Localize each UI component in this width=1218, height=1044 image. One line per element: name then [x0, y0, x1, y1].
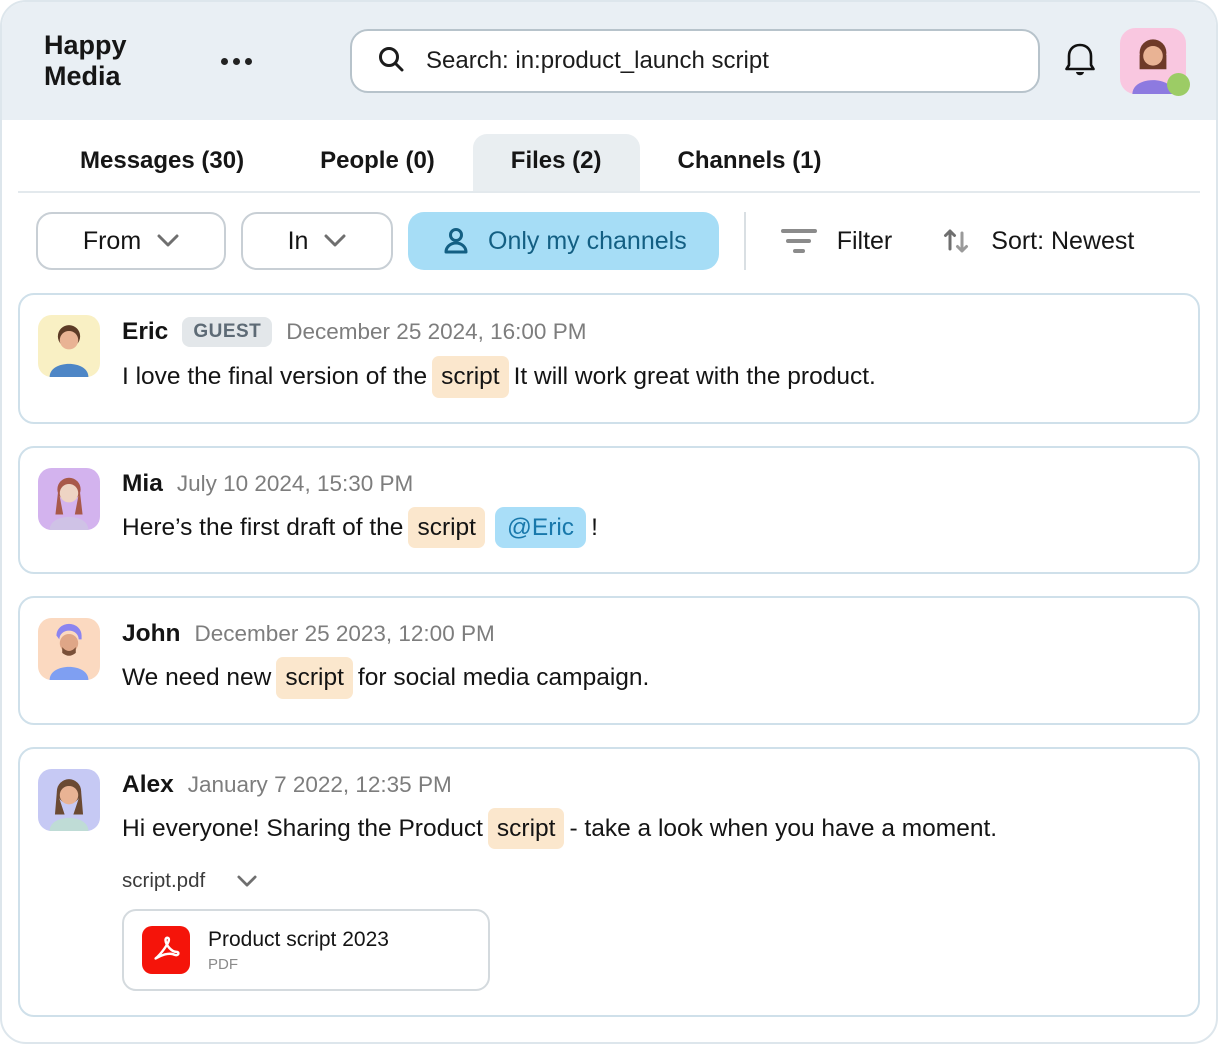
workspace-name: Happy Media — [44, 30, 179, 92]
message-text: I love the final version of thescriptIt … — [122, 356, 876, 398]
message-timestamp: December 25 2023, 12:00 PM — [195, 621, 495, 647]
online-status-dot — [1167, 73, 1190, 96]
message-segment: Here’s the first draft of the — [122, 514, 403, 541]
in-filter-dropdown[interactable]: In — [241, 212, 393, 270]
in-filter-label: In — [288, 227, 309, 256]
chevron-down-icon — [237, 875, 257, 888]
search-term-highlight: script — [432, 356, 509, 398]
avatar-alex — [38, 769, 100, 831]
more-options-icon[interactable] — [213, 50, 260, 73]
message-segment: - take a look when you have a moment. — [569, 815, 997, 842]
message-text: Here’s the first draft of thescript@Eric… — [122, 507, 598, 549]
message-result-alex[interactable]: Alex January 7 2022, 12:35 PM Hi everyon… — [18, 747, 1200, 1018]
pdf-file-icon — [142, 926, 190, 974]
message-segment: It will work great with the product. — [514, 363, 876, 390]
tab-channels[interactable]: Channels (1) — [640, 134, 860, 191]
only-my-channels-toggle[interactable]: Only my channels — [408, 212, 719, 270]
tab-files[interactable]: Files (2) — [473, 134, 640, 191]
search-results-list: Eric GUEST December 25 2024, 16:00 PM I … — [2, 289, 1216, 1017]
user-mention[interactable]: @Eric — [495, 507, 586, 549]
search-term-highlight: script — [276, 657, 353, 699]
pagination: Page 1 of 8 — [2, 1039, 1216, 1044]
chevron-down-icon — [157, 234, 179, 248]
from-filter-dropdown[interactable]: From — [36, 212, 226, 270]
message-segment: We need new — [122, 664, 271, 691]
message-segment: Hi everyone! Sharing the Product — [122, 815, 483, 842]
search-term-highlight: script — [408, 507, 485, 549]
only-my-channels-label: Only my channels — [488, 227, 687, 256]
message-segment: I love the final version of the — [122, 363, 427, 390]
notifications-bell-icon[interactable] — [1058, 37, 1102, 86]
search-icon — [376, 44, 406, 79]
search-bar[interactable]: Search: in:product_launch script — [350, 29, 1040, 93]
message-text: Hi everyone! Sharing the Productscript- … — [122, 808, 997, 850]
person-icon — [440, 225, 472, 257]
filter-bar: From In Only my channels Filter Sort: Ne… — [2, 193, 1216, 289]
filter-button-label: Filter — [837, 227, 893, 256]
sender-name: Mia — [122, 470, 163, 498]
message-timestamp: July 10 2024, 15:30 PM — [177, 471, 413, 497]
user-avatar[interactable] — [1120, 28, 1186, 94]
file-attachment-card[interactable]: Product script 2023 PDF — [122, 909, 490, 991]
avatar-mia — [38, 468, 100, 530]
guest-badge: GUEST — [182, 317, 272, 347]
search-input[interactable]: Search: in:product_launch script — [426, 47, 769, 75]
message-segment: ! — [591, 514, 598, 541]
avatar-eric — [38, 315, 100, 377]
message-result-mia[interactable]: Mia July 10 2024, 15:30 PM Here’s the fi… — [18, 446, 1200, 575]
sender-name: Eric — [122, 318, 168, 346]
message-result-eric[interactable]: Eric GUEST December 25 2024, 16:00 PM I … — [18, 293, 1200, 424]
message-timestamp: January 7 2022, 12:35 PM — [188, 772, 452, 798]
message-timestamp: December 25 2024, 16:00 PM — [286, 319, 586, 345]
sort-button-label: Sort: Newest — [991, 227, 1134, 256]
message-text: We need newscriptfor social media campai… — [122, 657, 649, 699]
sort-button[interactable]: Sort: Newest — [931, 225, 1144, 257]
message-segment: for social media campaign. — [358, 664, 649, 691]
chevron-down-icon — [324, 234, 346, 248]
file-title: Product script 2023 — [208, 928, 389, 952]
filter-icon — [781, 229, 817, 253]
sort-icon — [941, 225, 971, 257]
search-term-highlight: script — [488, 808, 565, 850]
top-bar: Happy Media Search: in:product_launch sc… — [2, 2, 1216, 120]
attachment-filename: script.pdf — [122, 869, 205, 893]
app-window: Happy Media Search: in:product_launch sc… — [0, 0, 1218, 1044]
attachment-toggle[interactable]: script.pdf — [122, 869, 257, 893]
from-filter-label: From — [83, 227, 141, 256]
tab-messages[interactable]: Messages (30) — [42, 134, 282, 191]
message-result-john[interactable]: John December 25 2023, 12:00 PM We need … — [18, 596, 1200, 725]
sender-name: Alex — [122, 771, 174, 799]
filter-divider — [744, 212, 746, 270]
filter-button[interactable]: Filter — [771, 227, 903, 256]
search-result-tabs: Messages (30) People (0) Files (2) Chann… — [2, 120, 1216, 191]
file-type-label: PDF — [208, 956, 389, 973]
tab-people[interactable]: People (0) — [282, 134, 473, 191]
sender-name: John — [122, 620, 181, 648]
avatar-john — [38, 618, 100, 680]
